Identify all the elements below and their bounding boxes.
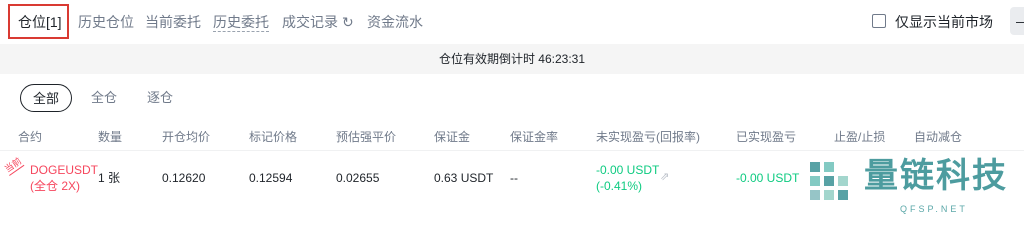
leverage-mode[interactable]: (全仓 2X) [30, 178, 80, 194]
col-mark-price: 标记价格 [249, 130, 298, 144]
margin-value: 0.63 USDT [434, 171, 494, 185]
watermark-logo-icon [810, 162, 848, 200]
tab-open-orders[interactable]: 当前委托 [145, 13, 201, 31]
col-realized-pnl: 已实现盈亏 [736, 130, 797, 144]
col-quantity: 数量 [98, 130, 123, 144]
quantity-value: 1 张 [98, 171, 121, 185]
entry-price-value: 0.12620 [162, 171, 206, 185]
filter-isolated[interactable]: 逐仓 [140, 84, 180, 112]
roe-value: (-0.41%) [596, 179, 643, 193]
col-liq-price: 预估强平价 [336, 130, 397, 144]
mark-price-value: 0.12594 [249, 171, 293, 185]
refresh-icon[interactable]: ↻ [342, 13, 354, 31]
col-tp-sl: 止盈/止损 [834, 130, 886, 144]
position-tabs: 仓位[1] 历史仓位 当前委托 历史委托 成交记录 ↻ 资金流水 仅显示当前市场 … [0, 0, 1024, 44]
header-divider [0, 150, 1024, 151]
watermark-text: 量链科技 [864, 156, 1008, 196]
realized-pnl-value: -0.00 USDT [736, 171, 800, 185]
unrealized-pnl-value: -0.00 USDT [596, 163, 660, 177]
filter-all[interactable]: 全部 [20, 84, 72, 112]
col-adl: 自动减仓 [914, 130, 963, 144]
col-contract: 合约 [18, 130, 43, 144]
tab-trade-history-label: 成交记录 [282, 14, 338, 30]
liq-price-value: 0.02655 [336, 171, 380, 185]
collapse-button[interactable]: — [1010, 7, 1024, 35]
tab-position-history[interactable]: 历史仓位 [78, 13, 134, 31]
col-entry-price: 开仓均价 [162, 130, 211, 144]
margin-mode-filters: 全部 全仓 逐仓 [0, 84, 1024, 116]
watermark-domain: QFSP.NET [900, 204, 968, 214]
col-unrealized-pnl: 未实现盈亏(回报率) [596, 130, 700, 144]
tab-order-history[interactable]: 历史委托 [213, 13, 269, 32]
share-icon[interactable]: ⇗ [660, 170, 669, 183]
tab-funding-records[interactable]: 资金流水 [367, 13, 423, 31]
tab-trade-history[interactable]: 成交记录 ↻ [282, 13, 354, 31]
col-margin: 保证金 [434, 130, 471, 144]
col-margin-ratio: 保证金率 [510, 130, 559, 144]
position-countdown-banner: 仓位有效期倒计时 46:23:31 [0, 44, 1024, 74]
tab-positions[interactable]: 仓位[1] [18, 13, 62, 31]
contract-symbol[interactable]: DOGEUSDT [30, 162, 98, 178]
current-market-tag: 当前 [1, 154, 25, 176]
filter-cross[interactable]: 全仓 [84, 84, 124, 112]
margin-ratio-value: -- [510, 171, 518, 185]
current-market-checkbox[interactable] [872, 14, 886, 28]
current-market-label[interactable]: 仅显示当前市场 [895, 13, 993, 31]
table-header: 合约 数量 开仓均价 标记价格 预估强平价 保证金 保证金率 未实现盈亏(回报率… [0, 128, 1024, 148]
